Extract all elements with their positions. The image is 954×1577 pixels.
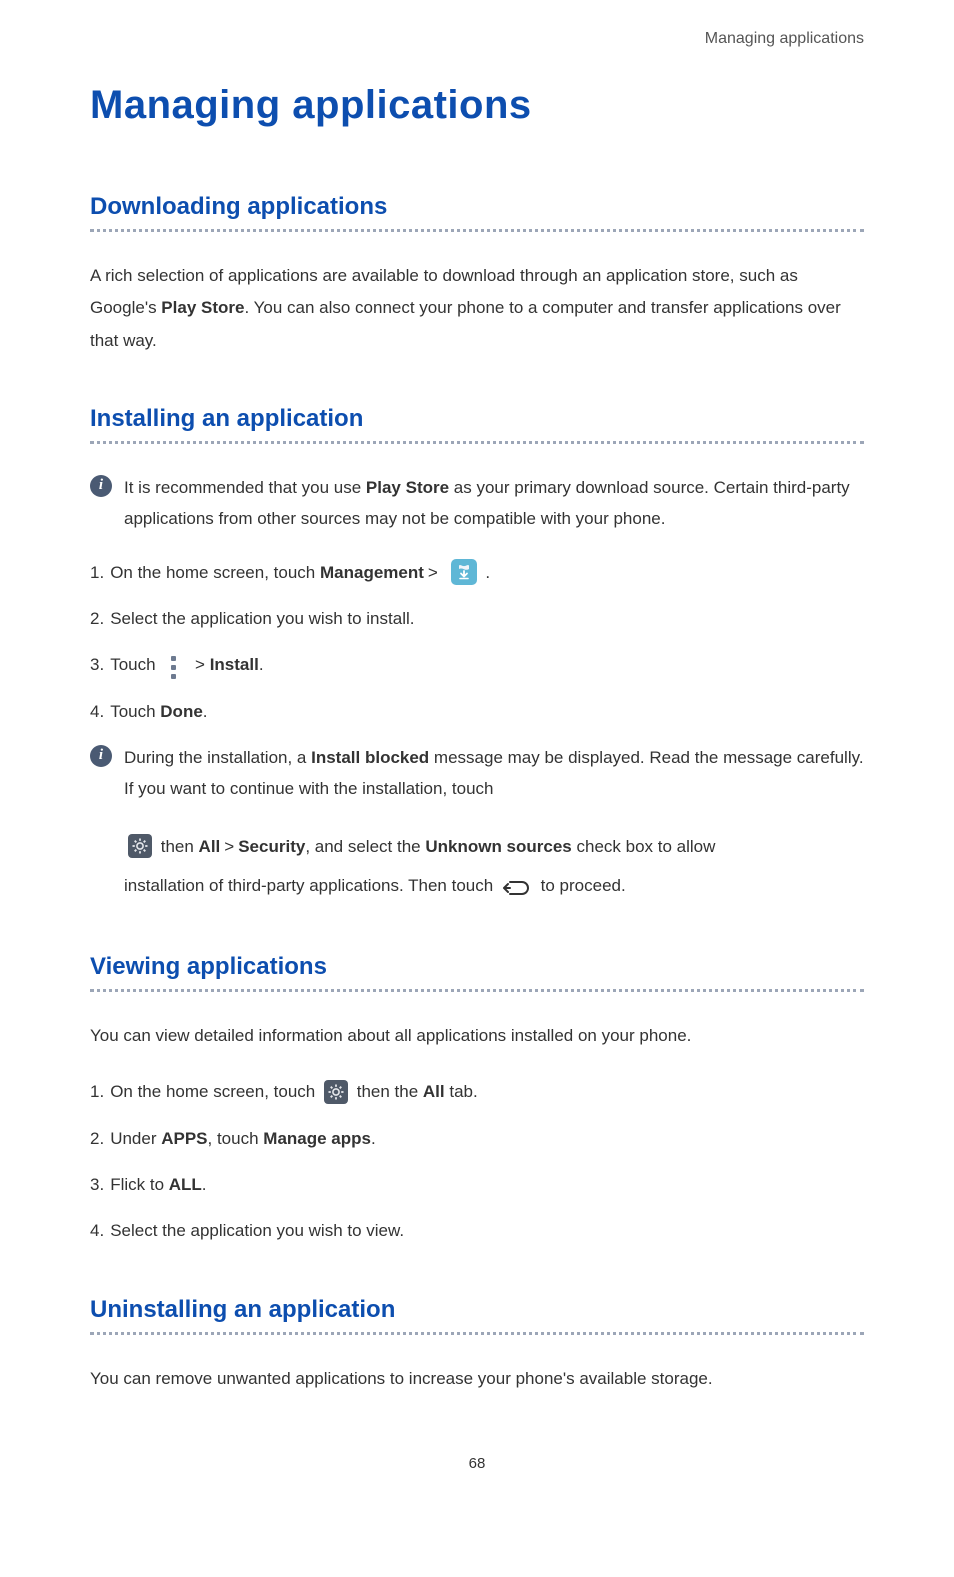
text: then the: [357, 1082, 423, 1101]
page-number: 68: [90, 1455, 864, 1472]
settings-icon: [128, 834, 152, 858]
paragraph-viewing: You can view detailed information about …: [90, 1020, 864, 1052]
bold-unknown-sources: Unknown sources: [425, 837, 571, 856]
step-number: 3.: [90, 1169, 104, 1201]
bold-all-tab: All: [423, 1082, 445, 1101]
text: Touch: [110, 702, 160, 721]
line: then All>Security, and select the Unknow…: [124, 827, 864, 866]
line: installation of third-party applications…: [124, 866, 864, 905]
bold-done: Done: [160, 702, 203, 721]
running-header: Managing applications: [90, 30, 864, 48]
step-2: 2. Under APPS, touch Manage apps.: [90, 1123, 864, 1155]
text: tab.: [445, 1082, 478, 1101]
callout-text: During the installation, a Install block…: [124, 742, 864, 805]
step-text: Touch > Install.: [110, 649, 263, 681]
bold-install-blocked: Install blocked: [311, 748, 429, 767]
step-3: 3. Flick to ALL.: [90, 1169, 864, 1201]
step-number: 1.: [90, 557, 104, 589]
step-text: Under APPS, touch Manage apps.: [110, 1123, 376, 1155]
info-icon: i: [90, 475, 112, 497]
chevron-text: >: [428, 563, 438, 582]
step-number: 3.: [90, 649, 104, 681]
text: then: [161, 837, 199, 856]
bold-apps: APPS: [161, 1129, 207, 1148]
paragraph-uninstalling: You can remove unwanted applications to …: [90, 1363, 864, 1395]
step-text: Touch Done.: [110, 696, 207, 728]
step-number: 1.: [90, 1076, 104, 1108]
bold-manage-apps: Manage apps: [263, 1129, 371, 1148]
info-callout: i During the installation, a Install blo…: [90, 742, 864, 805]
app-download-icon: [451, 559, 477, 585]
section-divider: [90, 229, 864, 232]
bold-management: Management: [320, 563, 424, 582]
section-divider: [90, 441, 864, 444]
text: .: [485, 563, 490, 582]
text: Flick to: [110, 1175, 169, 1194]
step-4: 4. Select the application you wish to vi…: [90, 1215, 864, 1247]
text: to proceed.: [541, 876, 626, 895]
text: Touch: [110, 655, 160, 674]
document-page: Managing applications Managing applicati…: [0, 0, 954, 1532]
page-title: Managing applications: [90, 83, 864, 128]
bold-install: Install: [210, 655, 259, 674]
step-text: On the home screen, touch then the All t…: [110, 1076, 478, 1108]
step-3: 3. Touch > Install.: [90, 649, 864, 681]
heading-installing: Installing an application: [90, 405, 864, 433]
step-text: Select the application you wish to insta…: [110, 603, 414, 635]
overflow-menu-icon: [166, 656, 180, 679]
section-divider: [90, 1332, 864, 1335]
text: .: [259, 655, 264, 674]
step-2: 2. Select the application you wish to in…: [90, 603, 864, 635]
heading-viewing: Viewing applications: [90, 953, 864, 981]
text: Under: [110, 1129, 161, 1148]
step-number: 4.: [90, 696, 104, 728]
text: It is recommended that you use: [124, 478, 366, 497]
section-divider: [90, 989, 864, 992]
info-callout: i It is recommended that you use Play St…: [90, 472, 864, 535]
step-1: 1. On the home screen, touch Management>…: [90, 557, 864, 589]
text: , touch: [208, 1129, 264, 1148]
step-text: On the home screen, touch Management> .: [110, 557, 490, 589]
heading-downloading: Downloading applications: [90, 193, 864, 221]
bold-play-store: Play Store: [366, 478, 449, 497]
text: .: [203, 702, 208, 721]
settings-icon: [324, 1080, 348, 1104]
heading-uninstalling: Uninstalling an application: [90, 1296, 864, 1324]
back-icon: [502, 879, 532, 897]
step-text: Flick to ALL.: [110, 1169, 206, 1201]
text: .: [202, 1175, 207, 1194]
text: During the installation, a: [124, 748, 311, 767]
text: On the home screen, touch: [110, 1082, 320, 1101]
step-number: 4.: [90, 1215, 104, 1247]
step-1: 1. On the home screen, touch then the Al…: [90, 1076, 864, 1108]
bold-play-store: Play Store: [161, 298, 244, 317]
chevron-text: >: [195, 655, 205, 674]
bold-all: All: [199, 837, 221, 856]
step-number: 2.: [90, 603, 104, 635]
text: , and select the: [305, 837, 425, 856]
chevron-text: >: [224, 837, 234, 856]
bold-all: ALL: [169, 1175, 202, 1194]
text: .: [371, 1129, 376, 1148]
callout-text: It is recommended that you use Play Stor…: [124, 472, 864, 535]
paragraph-downloading: A rich selection of applications are ava…: [90, 260, 864, 357]
step-number: 2.: [90, 1123, 104, 1155]
step-4: 4. Touch Done.: [90, 696, 864, 728]
text: On the home screen, touch: [110, 563, 320, 582]
text: check box to allow: [572, 837, 716, 856]
text: installation of third-party applications…: [124, 876, 498, 895]
info-icon: i: [90, 745, 112, 767]
callout-continuation: then All>Security, and select the Unknow…: [124, 827, 864, 905]
step-text: Select the application you wish to view.: [110, 1215, 404, 1247]
bold-security: Security: [238, 837, 305, 856]
